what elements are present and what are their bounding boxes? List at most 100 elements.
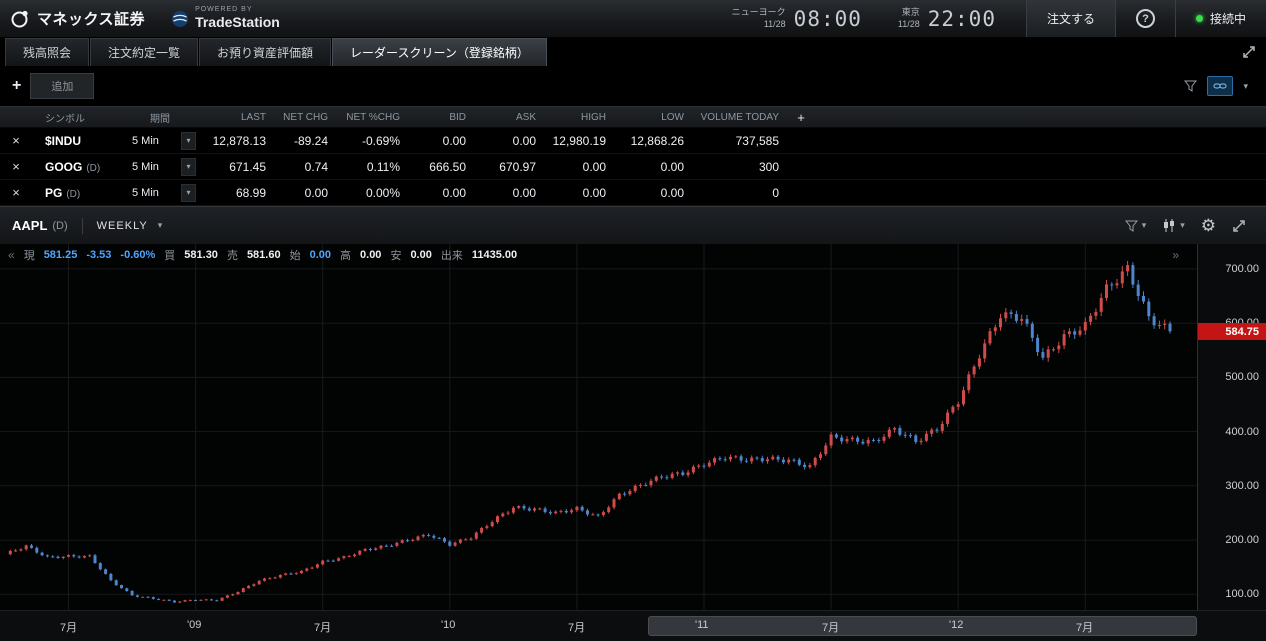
cell-last: 12,878.13 [198, 134, 274, 148]
symbol-cell[interactable]: GOOG(D) [32, 160, 122, 174]
y-axis-label: 300.00 [1225, 480, 1259, 492]
order-button[interactable]: 注文する [1026, 0, 1115, 37]
tab-bar: 残高照会注文約定一覧お預り資産評価額レーダースクリーン（登録銘柄） [0, 38, 1266, 66]
help-button[interactable]: ? [1136, 9, 1155, 28]
close-row-button[interactable]: × [12, 133, 20, 148]
interval-dropdown-icon[interactable]: ▾ [158, 220, 163, 231]
scroll-to-end-icon[interactable]: » [1172, 248, 1179, 262]
quote-bar: « 現581.25-3.53-0.60%買581.30売581.60始0.00高… [0, 244, 1197, 266]
settings-gear-icon[interactable]: ⚙ [1201, 217, 1216, 234]
tradestation-brand: POWERED BY TradeStation [171, 0, 280, 37]
column-header-symbol[interactable]: シンボル [32, 110, 122, 125]
add-column-button[interactable]: + [787, 110, 815, 125]
quote-value: 581.25 [44, 249, 78, 261]
link-windows-button[interactable] [1207, 76, 1233, 96]
chart-symbol[interactable]: AAPL [12, 218, 47, 233]
column-header-volume_today[interactable]: VOLUME TODAY [692, 112, 787, 123]
expand-workspace-button[interactable] [1242, 38, 1266, 66]
tab-1[interactable]: 注文約定一覧 [90, 38, 198, 66]
clock-newyork: ニューヨーク 11/28 08:00 [732, 7, 862, 31]
column-header-high[interactable]: HIGH [544, 112, 614, 123]
expand-icon [1242, 45, 1256, 59]
clock-tokyo: 東京 11/28 22:00 [898, 7, 996, 31]
monex-logo-icon [10, 9, 30, 29]
column-header-net_chg[interactable]: NET CHG [274, 112, 336, 123]
column-header-last[interactable]: LAST [198, 112, 274, 123]
link-dropdown-icon[interactable]: ▾ [1243, 81, 1248, 92]
column-header-ask[interactable]: ASK [474, 112, 544, 123]
add-symbol-button[interactable]: 追加 [30, 73, 94, 99]
period-dropdown[interactable]: ▾ [181, 132, 196, 150]
radar-table-header: シンボル期間LASTNET CHGNET %CHGBIDASKHIGHLOWVO… [0, 106, 1266, 128]
period-dropdown[interactable]: ▾ [181, 184, 196, 202]
cell-volume_today: 737,585 [692, 134, 787, 148]
y-axis-label: 100.00 [1225, 588, 1259, 600]
cell-low: 12,868.26 [614, 134, 692, 148]
quote-label: 出来 [441, 247, 463, 263]
tab-3[interactable]: レーダースクリーン（登録銘柄） [332, 38, 547, 66]
column-header-bid[interactable]: BID [408, 112, 474, 123]
quote-value: -3.53 [86, 249, 111, 261]
tradestation-logo-icon [171, 10, 189, 28]
time-axis: 7月'097月'107月'117月'127月 [0, 610, 1266, 641]
expand-chart-icon[interactable] [1232, 219, 1246, 233]
period-cell: 5 Min▾ [122, 132, 198, 150]
chart-header: AAPL (D) WEEKLY ▾ ▾ ▾ ⚙ [0, 206, 1266, 244]
x-axis-label: '12 [949, 619, 963, 631]
period-dropdown[interactable]: ▾ [181, 158, 196, 176]
dropdown-icon: ▾ [1180, 220, 1185, 231]
symbol-cell[interactable]: PG(D) [32, 186, 122, 200]
last-price-tag: 584.75 [1198, 323, 1266, 340]
cell-high: 0.00 [544, 160, 614, 174]
filter-icon[interactable] [1184, 80, 1197, 92]
close-row-button[interactable]: × [12, 185, 20, 200]
powered-by-label: POWERED BY [195, 6, 280, 14]
price-axis[interactable]: 700.00600.00500.00400.00300.00200.00100.… [1197, 244, 1266, 610]
quote-value: 0.00 [410, 249, 431, 261]
connection-status[interactable]: 接続中 [1175, 0, 1266, 37]
cell-net_pct_chg: 0.11% [336, 160, 408, 174]
quote-label: 売 [227, 247, 238, 263]
brand-title: マネックス証券 [37, 8, 145, 29]
symbol-suffix: (D) [86, 163, 100, 174]
table-row[interactable]: ×GOOG(D)5 Min▾671.450.740.11%666.50670.9… [0, 154, 1266, 180]
column-header-low[interactable]: LOW [614, 112, 692, 123]
column-header-net_pct_chg[interactable]: NET %CHG [336, 112, 408, 123]
clock-city: 東京 [902, 7, 920, 19]
symbol-suffix: (D) [66, 189, 80, 200]
tradestation-label: TradeStation [195, 14, 280, 30]
filter-icon [1125, 220, 1138, 232]
quote-label: 高 [340, 247, 351, 263]
x-axis-label: 7月 [568, 619, 585, 635]
cell-bid: 0.00 [408, 186, 474, 200]
cell-volume_today: 0 [692, 186, 787, 200]
table-row[interactable]: ×PG(D)5 Min▾68.990.000.00%0.000.000.000.… [0, 180, 1266, 206]
column-header-period[interactable]: 期間 [122, 110, 198, 125]
cell-net_chg: 0.00 [274, 186, 336, 200]
table-row[interactable]: ×$INDU5 Min▾12,878.13-89.24-0.69%0.000.0… [0, 128, 1266, 154]
close-row-button[interactable]: × [12, 159, 20, 174]
cell-volume_today: 300 [692, 160, 787, 174]
chart-area: « 現581.25-3.53-0.60%買581.30売581.60始0.00高… [0, 244, 1266, 610]
tab-2[interactable]: お預り資産評価額 [199, 38, 331, 66]
cell-ask: 670.97 [474, 160, 544, 174]
period-cell: 5 Min ▾ [122, 184, 198, 202]
symbol-cell[interactable]: $INDU [32, 134, 122, 148]
radar-toolbar: + 追加 ▾ [0, 66, 1266, 106]
chart-interval[interactable]: WEEKLY [97, 220, 148, 232]
chart-plot[interactable]: « 現581.25-3.53-0.60%買581.30売581.60始0.00高… [0, 244, 1197, 610]
chart-style-button[interactable]: ▾ [1162, 219, 1185, 232]
clock-date: 11/28 [764, 19, 786, 31]
x-axis-label: '10 [441, 619, 455, 631]
clock-date: 11/28 [898, 19, 920, 31]
symbol-label: $INDU [45, 134, 81, 148]
period-label: 5 Min [132, 187, 159, 199]
tab-0[interactable]: 残高照会 [5, 38, 89, 66]
candlestick-chart[interactable] [0, 244, 1197, 610]
period-cell: 5 Min▾ [122, 158, 198, 176]
chart-filter-button[interactable]: ▾ [1125, 220, 1147, 232]
connection-dot-icon [1196, 15, 1203, 22]
chart-scrollbar-thumb[interactable] [648, 616, 1197, 636]
add-symbol-icon[interactable]: + [12, 77, 21, 95]
scroll-to-start-icon[interactable]: « [8, 248, 15, 262]
